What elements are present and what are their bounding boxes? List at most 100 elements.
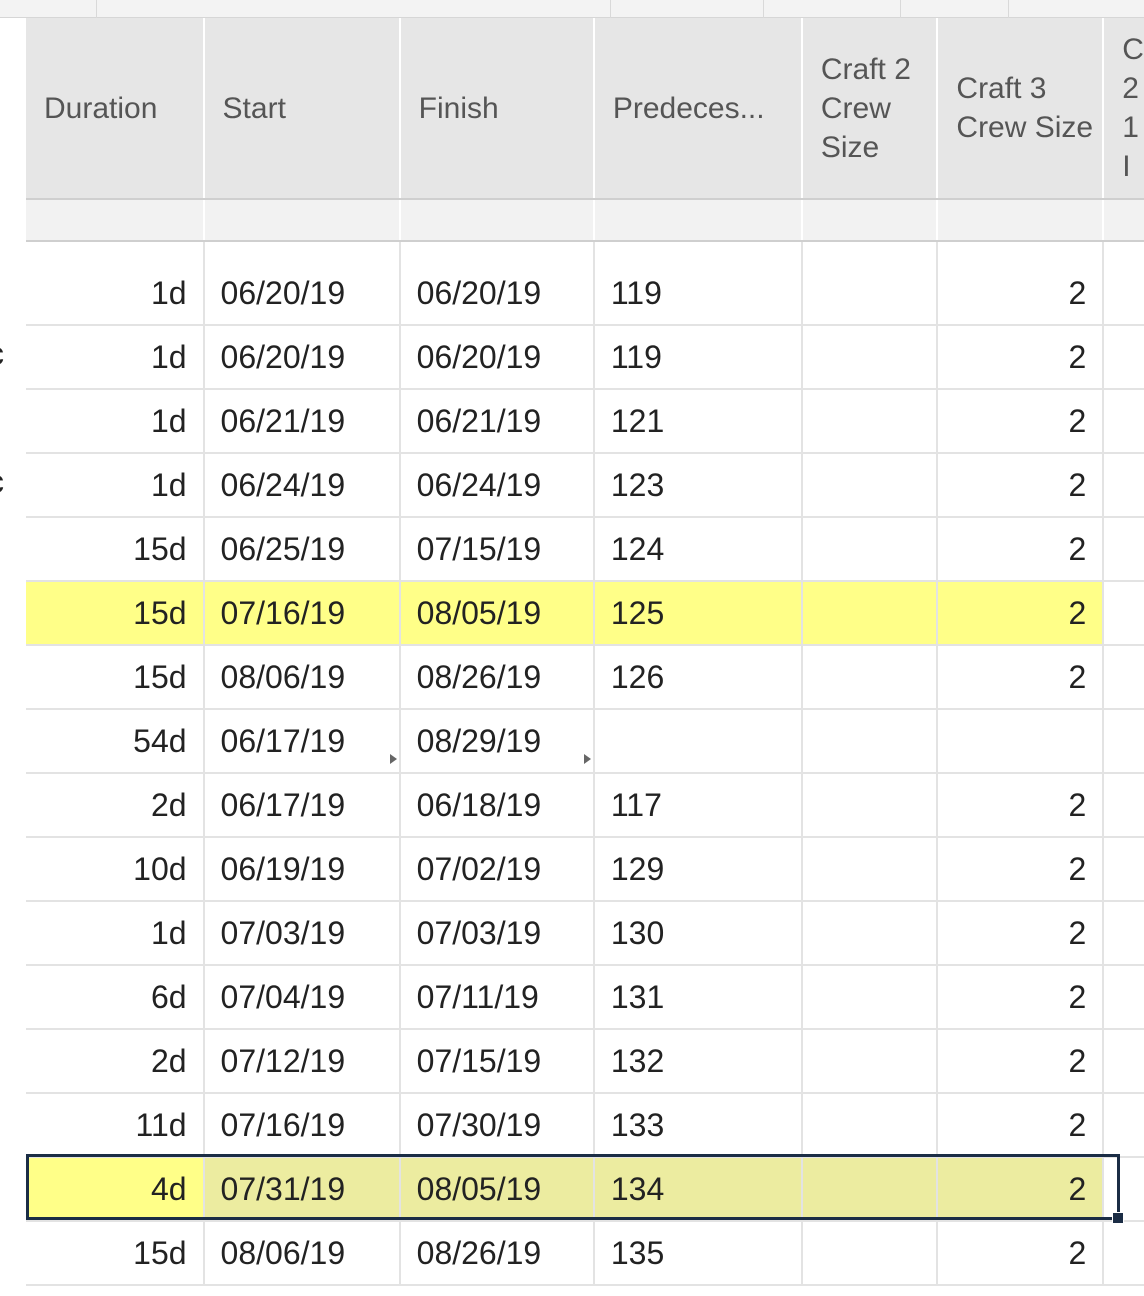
craft2-crew-size-cell[interactable] <box>801 581 939 646</box>
next-column-cell[interactable] <box>1103 901 1144 966</box>
fill-handle[interactable] <box>1112 1212 1124 1224</box>
duration-cell[interactable]: 2d <box>26 1029 205 1094</box>
craft3-crew-size-cell[interactable]: 2 <box>937 1029 1105 1094</box>
craft2-crew-size-cell[interactable] <box>801 517 939 582</box>
filter-cell[interactable] <box>26 199 205 242</box>
duration-cell[interactable]: 6d <box>26 965 205 1030</box>
duration-cell[interactable]: 1d <box>26 325 205 390</box>
filter-cell[interactable] <box>1103 199 1144 242</box>
craft2-crew-size-cell[interactable] <box>801 965 939 1030</box>
next-column-cell[interactable] <box>1103 389 1144 454</box>
start-cell[interactable]: 08/06/19 <box>203 645 401 710</box>
table-row[interactable]: 1d 06/24/19 06/24/19 123 2 <box>26 453 1144 518</box>
craft3-crew-size-cell[interactable]: 2 <box>937 389 1105 454</box>
duration-cell[interactable]: 10d <box>26 837 205 902</box>
craft3-crew-size-cell[interactable]: 2 <box>937 325 1105 390</box>
predecessors-cell[interactable]: 134 <box>593 1157 803 1222</box>
duration-cell[interactable]: 2d <box>26 773 205 838</box>
craft3-crew-size-cell[interactable]: 2 <box>937 453 1105 518</box>
finish-cell[interactable]: 07/15/19 <box>399 1029 595 1094</box>
craft3-crew-size-cell[interactable]: 2 <box>937 965 1105 1030</box>
start-cell[interactable]: 06/25/19 <box>203 517 401 582</box>
next-column-cell[interactable] <box>1103 581 1144 646</box>
filter-cell[interactable] <box>937 199 1105 242</box>
finish-cell[interactable]: 06/24/19 <box>399 453 595 518</box>
finish-cell[interactable]: 07/02/19 <box>399 837 595 902</box>
next-column-cell[interactable] <box>1103 1029 1144 1094</box>
duration-cell[interactable]: 1d <box>26 453 205 518</box>
craft3-crew-size-cell[interactable]: 2 <box>937 1157 1105 1222</box>
start-cell[interactable]: 07/04/19 <box>203 965 401 1030</box>
start-cell[interactable]: 06/20/19 <box>203 325 401 390</box>
table-row[interactable]: 15d 08/06/19 08/26/19 135 2 <box>26 1221 1144 1286</box>
craft2-crew-size-cell[interactable] <box>801 389 939 454</box>
duration-cell[interactable]: 1d <box>26 389 205 454</box>
craft2-crew-size-cell[interactable] <box>801 1029 939 1094</box>
craft3-crew-size-cell[interactable]: 2 <box>937 1221 1105 1286</box>
next-column-cell[interactable] <box>1103 965 1144 1030</box>
next-column-cell[interactable] <box>1103 262 1144 326</box>
predecessors-cell[interactable]: 132 <box>593 1029 803 1094</box>
table-row[interactable]: 54d 06/17/19 08/29/19 <box>26 709 1144 774</box>
craft2-crew-size-cell[interactable] <box>801 1221 939 1286</box>
predecessors-cell[interactable]: 131 <box>593 965 803 1030</box>
start-cell[interactable]: 06/17/19 <box>203 773 401 838</box>
table-row[interactable]: 6d 07/04/19 07/11/19 131 2 <box>26 965 1144 1030</box>
predecessors-cell[interactable]: 121 <box>593 389 803 454</box>
start-cell[interactable]: 07/12/19 <box>203 1029 401 1094</box>
craft2-crew-size-cell[interactable] <box>801 1157 939 1222</box>
finish-cell[interactable]: 07/15/19 <box>399 517 595 582</box>
column-header-finish[interactable]: Finish <box>399 18 595 200</box>
filter-cell[interactable] <box>593 199 803 242</box>
table-row[interactable]: 2d 07/12/19 07/15/19 132 2 <box>26 1029 1144 1094</box>
table-row[interactable]: 15d 07/16/19 08/05/19 125 2 <box>26 581 1144 646</box>
finish-cell[interactable]: 06/20/19 <box>399 325 595 390</box>
predecessors-cell[interactable]: 126 <box>593 645 803 710</box>
craft2-crew-size-cell[interactable] <box>801 453 939 518</box>
start-cell[interactable]: 06/21/19 <box>203 389 401 454</box>
predecessors-cell[interactable]: 135 <box>593 1221 803 1286</box>
filter-cell[interactable] <box>399 199 595 242</box>
craft3-crew-size-cell[interactable]: 2 <box>937 262 1105 326</box>
column-header-predecessors[interactable]: Predeces... <box>593 18 803 200</box>
predecessors-cell[interactable]: 129 <box>593 837 803 902</box>
start-cell[interactable]: 06/19/19 <box>203 837 401 902</box>
table-row[interactable]: 15d 08/06/19 08/26/19 126 2 <box>26 645 1144 710</box>
craft2-crew-size-cell[interactable] <box>801 901 939 966</box>
craft3-crew-size-cell[interactable] <box>937 709 1105 774</box>
start-cell[interactable]: 07/03/19 <box>203 901 401 966</box>
next-column-cell[interactable] <box>1103 325 1144 390</box>
predecessors-cell[interactable]: 117 <box>593 773 803 838</box>
filter-cell[interactable] <box>801 199 939 242</box>
table-row[interactable]: 2d 06/17/19 06/18/19 117 2 <box>26 773 1144 838</box>
craft2-crew-size-cell[interactable] <box>801 325 939 390</box>
duration-cell[interactable]: 15d <box>26 581 205 646</box>
duration-cell[interactable]: 11d <box>26 1093 205 1158</box>
craft2-crew-size-cell[interactable] <box>801 837 939 902</box>
craft3-crew-size-cell[interactable]: 2 <box>937 645 1105 710</box>
duration-cell[interactable]: 15d <box>26 517 205 582</box>
craft2-crew-size-cell[interactable] <box>801 1093 939 1158</box>
table-row[interactable]: 1d 07/03/19 07/03/19 130 2 <box>26 901 1144 966</box>
predecessors-cell[interactable]: 124 <box>593 517 803 582</box>
finish-cell[interactable]: 08/26/19 <box>399 645 595 710</box>
finish-cell[interactable]: 06/18/19 <box>399 773 595 838</box>
duration-cell[interactable]: 1d <box>26 901 205 966</box>
column-header-duration[interactable]: Duration <box>26 18 205 200</box>
finish-cell[interactable]: 08/26/19 <box>399 1221 595 1286</box>
start-cell[interactable]: 07/16/19 <box>203 1093 401 1158</box>
finish-cell[interactable]: 08/29/19 <box>399 709 595 774</box>
duration-cell[interactable]: 15d <box>26 645 205 710</box>
finish-cell[interactable]: 07/30/19 <box>399 1093 595 1158</box>
start-cell[interactable]: 06/24/19 <box>203 453 401 518</box>
finish-cell[interactable]: 07/11/19 <box>399 965 595 1030</box>
next-column-cell[interactable] <box>1103 709 1144 774</box>
next-column-cell[interactable] <box>1103 453 1144 518</box>
predecessors-cell[interactable]: 119 <box>593 262 803 326</box>
finish-cell[interactable]: 08/05/19 <box>399 1157 595 1222</box>
duration-cell[interactable]: 15d <box>26 1221 205 1286</box>
finish-cell[interactable]: 07/03/19 <box>399 901 595 966</box>
craft3-crew-size-cell[interactable]: 2 <box>937 517 1105 582</box>
craft3-crew-size-cell[interactable]: 2 <box>937 837 1105 902</box>
start-cell[interactable]: 07/16/19 <box>203 581 401 646</box>
